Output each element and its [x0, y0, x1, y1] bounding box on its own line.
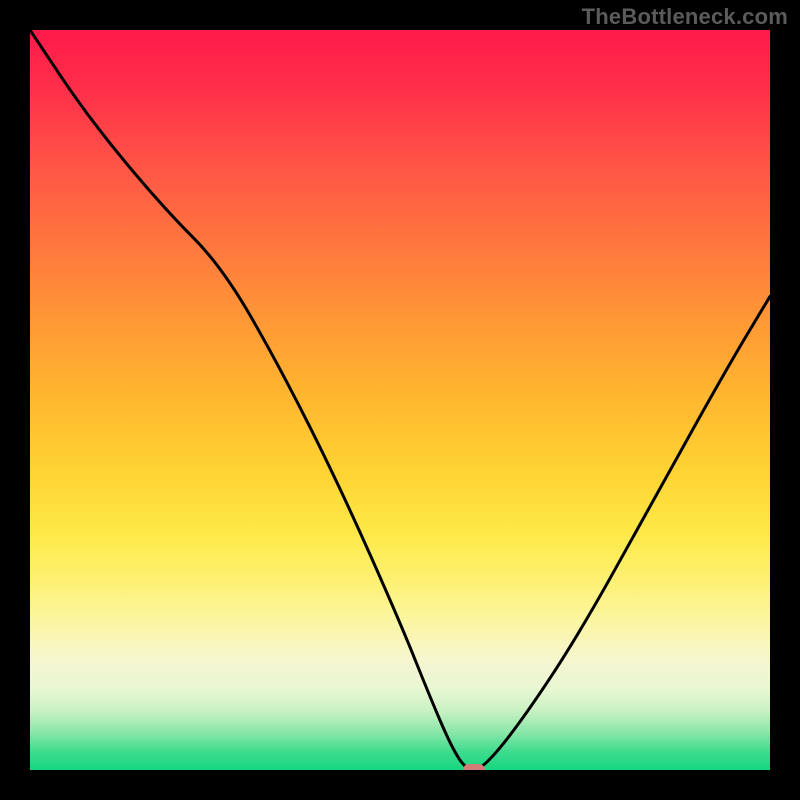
bottleneck-curve — [30, 30, 770, 770]
watermark-text: TheBottleneck.com — [582, 4, 788, 30]
optimal-point-marker — [463, 764, 485, 770]
plot-area — [30, 30, 770, 770]
curve-path — [30, 30, 770, 770]
chart-frame: TheBottleneck.com — [0, 0, 800, 800]
